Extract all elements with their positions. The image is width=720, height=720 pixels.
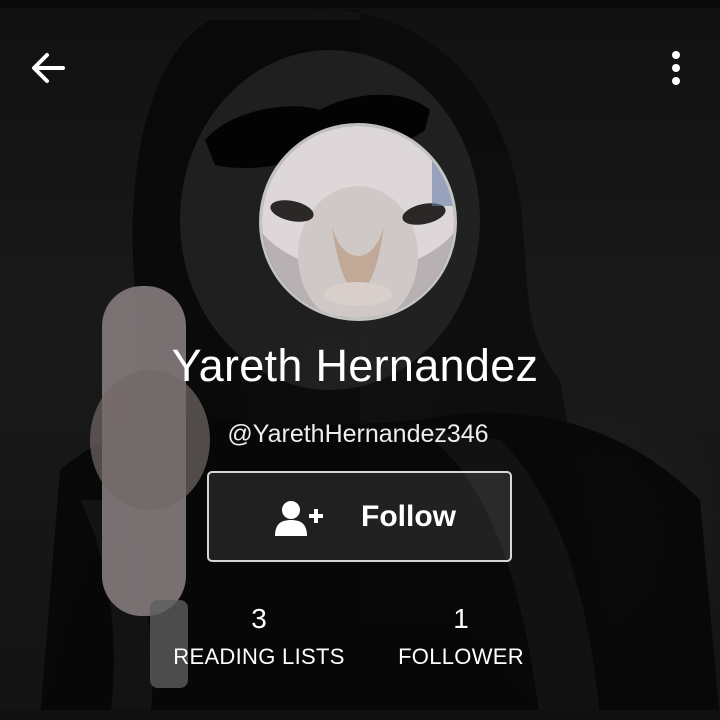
arrow-left-icon xyxy=(32,53,65,83)
add-user-icon xyxy=(275,501,323,536)
avatar-image xyxy=(262,126,454,318)
bottom-strip xyxy=(0,710,720,720)
more-vertical-icon xyxy=(672,51,680,85)
stat-followers[interactable]: 1 FOLLOWER xyxy=(392,602,530,672)
more-options-button[interactable] xyxy=(650,42,702,94)
stat-label: FOLLOWER xyxy=(398,644,524,669)
follow-button[interactable]: Follow xyxy=(207,471,512,562)
status-strip xyxy=(0,0,720,8)
back-button[interactable] xyxy=(22,42,74,94)
stat-label: READING LISTS xyxy=(173,644,345,669)
stat-reading-lists[interactable]: 3 READING LISTS xyxy=(166,602,352,672)
stat-count: 1 xyxy=(453,603,469,634)
avatar[interactable] xyxy=(259,123,457,321)
profile-name: Yareth Hernandez xyxy=(171,340,539,391)
follow-button-label: Follow xyxy=(361,500,456,533)
stat-count: 3 xyxy=(251,603,267,634)
profile-handle: @YarethHernandez346 xyxy=(227,420,489,448)
